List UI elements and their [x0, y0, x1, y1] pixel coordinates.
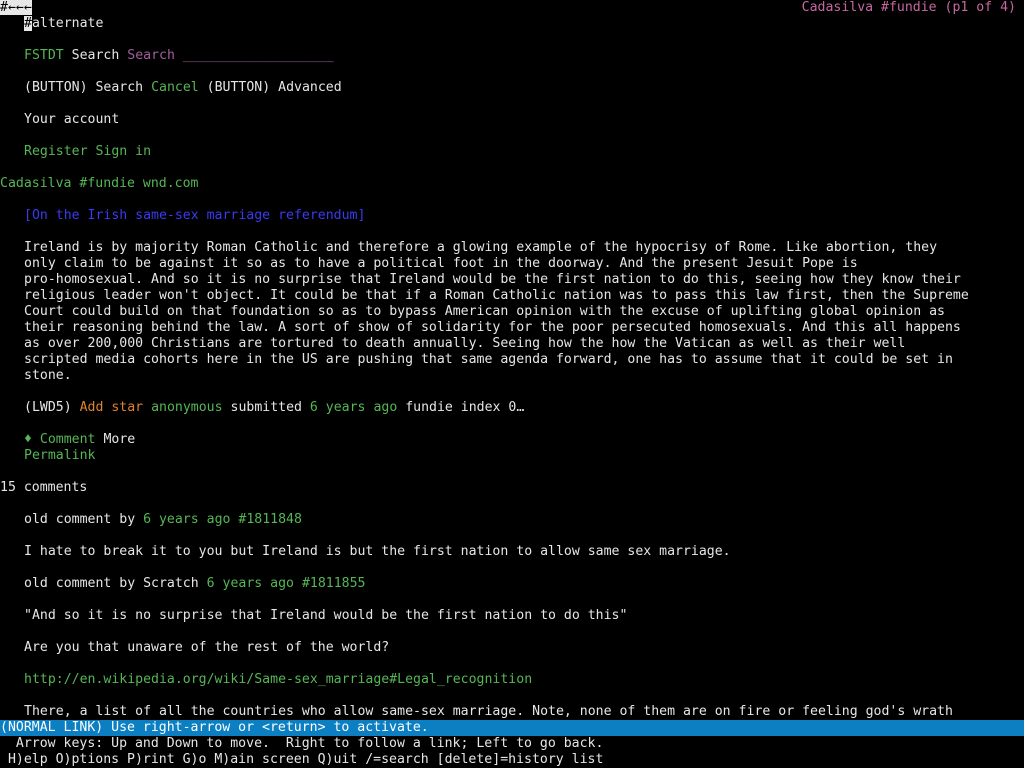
page-title: Cadasilva #fundie (p1 of 4): [801, 0, 1016, 15]
alternate-link[interactable]: #alternate: [24, 16, 103, 32]
permalink[interactable]: Permalink: [24, 448, 95, 464]
post-meta: (LWD5) Add star anonymous submitted 6 ye…: [24, 400, 524, 416]
comment-age-link[interactable]: 6 years ago: [207, 576, 294, 591]
comment-row: ♦ Comment More: [24, 432, 135, 448]
comment-text: There, a list of all the countries who a…: [24, 704, 953, 719]
button-row: (BUTTON) Search Cancel (BUTTON) Advanced: [24, 80, 342, 96]
comment-prefix: old comment by: [24, 512, 136, 527]
post-body-line: stone.: [24, 368, 72, 383]
fundie-index: fundie index 0…: [405, 400, 525, 415]
help-line-navigation: Arrow keys: Up and Down to move. Right t…: [0, 736, 604, 751]
comment-id-link[interactable]: #1811848: [238, 512, 302, 527]
post-body-line: Court could build on that foundation so …: [24, 304, 945, 319]
advanced-label: Advanced: [278, 80, 342, 95]
cancel-link[interactable]: Cancel: [151, 80, 199, 95]
comment-text: I hate to break it to you but Ireland is…: [24, 544, 731, 559]
more-label: More: [103, 432, 136, 447]
search-input[interactable]: Search ___________________: [127, 48, 333, 63]
comment-prefix: old comment by: [24, 576, 136, 591]
post-body-line: only claim to be against it so as to hav…: [24, 256, 858, 271]
add-star-link[interactable]: Add star: [80, 400, 144, 415]
history-marker[interactable]: #←←←: [0, 0, 32, 16]
post-body-line: pro-homosexual. And so it is no surprise…: [24, 272, 961, 287]
lynx-screen: #←←← Cadasilva #fundie (p1 of 4) #altern…: [0, 0, 1024, 768]
post-body-line: scripted media cohorts here in the US ar…: [24, 352, 953, 367]
comment-header: old comment by 6 years ago #1811848: [24, 512, 302, 528]
back-marker: #←←←: [0, 0, 32, 15]
diamond-icon: ♦: [24, 432, 32, 447]
signin-link[interactable]: Sign in: [95, 144, 151, 159]
author-link[interactable]: anonymous: [151, 400, 222, 415]
comment-header: old comment by Scratch 6 years ago #1811…: [24, 576, 365, 592]
search-row: FSTDT Search Search ___________________: [24, 48, 334, 64]
cursor-highlight: #: [24, 16, 32, 31]
site-link[interactable]: FSTDT: [24, 48, 64, 63]
post-body-line: their reasoning behind the law. A sort o…: [24, 320, 961, 335]
post-heading: Cadasilva #fundie wnd.com: [0, 176, 199, 191]
alternate-link-label: alternate: [31, 16, 104, 31]
register-link[interactable]: Register: [24, 144, 88, 159]
search-button-label: Search: [95, 80, 144, 95]
account-links: Register Sign in: [24, 144, 151, 160]
wikipedia-link[interactable]: http://en.wikipedia.org/wiki/Same-sex_ma…: [24, 672, 532, 688]
comment-author: Scratch: [143, 576, 199, 591]
your-account-label: Your account: [24, 112, 120, 127]
status-bar-text: (NORMAL LINK) Use right-arrow or <return…: [0, 720, 429, 735]
comments-count: 15 comments: [0, 480, 88, 495]
post-code: (LWD5): [24, 400, 72, 415]
post-body-line: religious leader won't object. It could …: [24, 288, 969, 303]
post-body-line: Ireland is by majority Roman Catholic an…: [24, 240, 938, 255]
search-label: Search: [71, 48, 120, 63]
comment-text: Are you that unaware of the rest of the …: [24, 640, 390, 655]
status-bar: (NORMAL LINK) Use right-arrow or <return…: [0, 720, 1024, 736]
post-body-line: as over 200,000 Christians are tortured …: [24, 336, 906, 351]
advanced-button[interactable]: (BUTTON): [207, 80, 271, 95]
search-button[interactable]: (BUTTON): [24, 80, 88, 95]
post-title-link[interactable]: [On the Irish same-sex marriage referend…: [24, 208, 365, 224]
comment-text: "And so it is no surprise that Ireland w…: [24, 608, 628, 623]
help-line-commands: H)elp O)ptions P)rint G)o M)ain screen Q…: [0, 752, 604, 767]
submitted-label: submitted: [230, 400, 302, 415]
age-link[interactable]: 6 years ago: [310, 400, 397, 415]
comment-link[interactable]: Comment: [40, 432, 96, 447]
comment-age-link[interactable]: 6 years ago: [143, 512, 230, 527]
comment-id-link[interactable]: #1811855: [302, 576, 366, 591]
